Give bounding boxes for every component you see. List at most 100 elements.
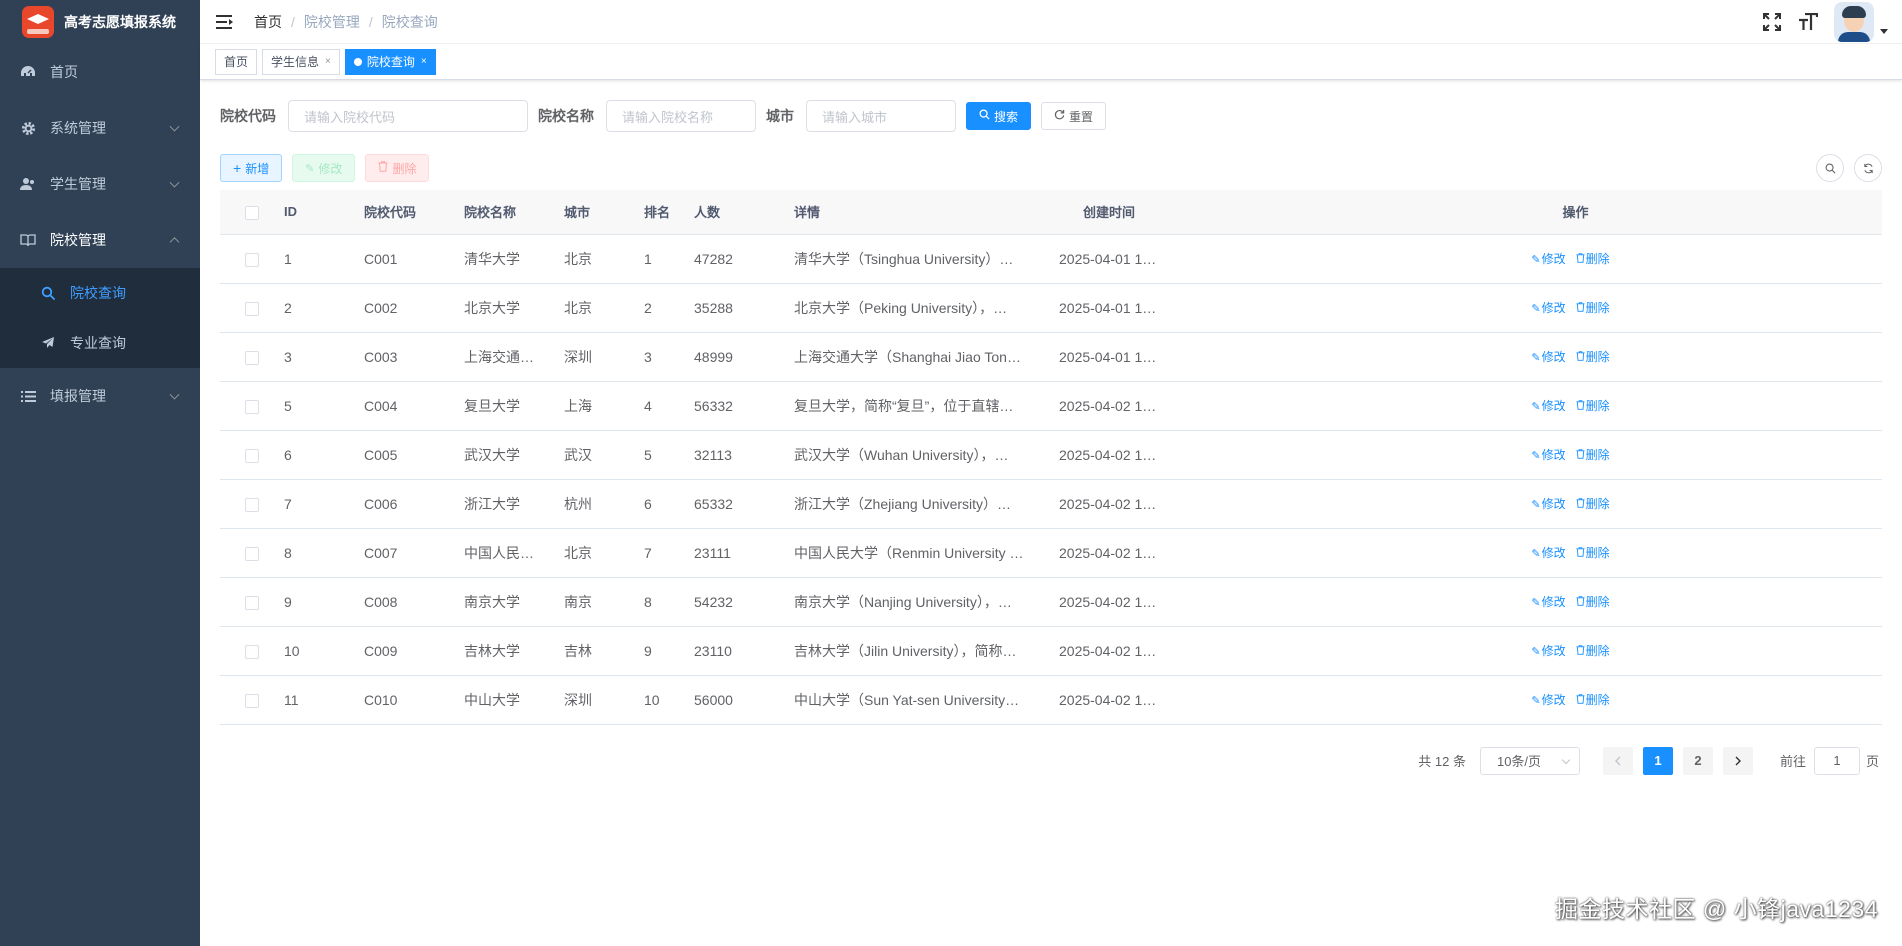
row-edit-link[interactable]: ✎修改 (1531, 693, 1565, 707)
fullscreen-icon[interactable] (1762, 12, 1782, 32)
row-edit-link[interactable]: ✎修改 (1531, 350, 1565, 364)
cell-code: C009 (364, 626, 464, 676)
row-checkbox[interactable] (245, 448, 259, 463)
hamburger-icon[interactable] (216, 12, 236, 32)
row-checkbox[interactable] (245, 693, 259, 708)
row-checkbox[interactable] (245, 595, 259, 610)
font-size-icon[interactable] (1798, 12, 1818, 32)
page-size-select[interactable]: 10条/页 (1479, 746, 1580, 775)
page-button[interactable]: 2 (1682, 746, 1713, 775)
row-edit-link[interactable]: ✎修改 (1531, 644, 1565, 658)
next-page-button[interactable] (1722, 746, 1753, 775)
row-delete-link[interactable]: 删除 (1576, 644, 1610, 658)
prev-page-button[interactable] (1602, 746, 1633, 775)
row-delete-label: 删除 (1585, 644, 1610, 658)
avatar[interactable] (1834, 2, 1874, 42)
table-row[interactable]: 8 C007 中国人民… 北京 7 23111 中国人民大学（Renmin Universi… (220, 528, 1882, 578)
table-row[interactable]: 2 C002 北京大学 北京 2 35288 北京大学（Peking University）… (220, 283, 1882, 333)
cell-name: 吉林大学 (464, 626, 564, 676)
cell-code: C007 (364, 528, 464, 578)
trash-icon (1576, 547, 1585, 560)
row-delete-link[interactable]: 删除 (1576, 350, 1610, 364)
tag-school-search[interactable]: 院校查询 × (344, 48, 436, 75)
table-row[interactable]: 10 C009 吉林大学 吉林 9 23110 吉林大学（Jilin University）… (220, 626, 1882, 676)
cell-city: 上海 (564, 381, 644, 431)
logo[interactable]: 高考志愿填报系统 (0, 0, 200, 44)
row-delete-link[interactable]: 删除 (1576, 497, 1610, 511)
table-row[interactable]: 7 C006 浙江大学 杭州 6 65332 浙江大学（Zhejiang Universit… (220, 479, 1882, 529)
jump-page-input[interactable]: 1 (1813, 746, 1860, 775)
row-select-cell (220, 283, 284, 333)
row-edit-link[interactable]: ✎修改 (1531, 301, 1565, 315)
trash-icon (1576, 449, 1585, 462)
cell-count: 47282 (694, 234, 794, 284)
send-icon (40, 335, 56, 351)
row-checkbox[interactable] (245, 399, 259, 414)
table-header-row: ID 院校代码 院校名称 城市 排名 人数 详情 创建时间 操作 (220, 190, 1882, 235)
sidebar-item-major-search[interactable]: 专业查询 (0, 318, 200, 368)
school-code-input[interactable]: 请输入院校代码 (288, 100, 528, 132)
row-delete-link[interactable]: 删除 (1576, 301, 1610, 315)
row-delete-label: 删除 (1585, 693, 1610, 707)
tag-label: 院校查询 (366, 54, 415, 69)
caret-down-icon[interactable] (1880, 28, 1888, 34)
row-edit-link[interactable]: ✎修改 (1531, 595, 1565, 609)
row-delete-link[interactable]: 删除 (1576, 399, 1610, 413)
cell-detail: 北京大学（Peking University），… (794, 283, 1059, 333)
sidebar-item-application[interactable]: 填报管理 (0, 368, 200, 424)
sidebar-item-system[interactable]: 系统管理 (0, 100, 200, 156)
refresh-icon[interactable] (1854, 154, 1882, 182)
edit-button[interactable]: ✎ 修改 (292, 154, 356, 182)
row-delete-link[interactable]: 删除 (1576, 693, 1610, 707)
trash-icon (378, 161, 388, 175)
city-input[interactable]: 请输入城市 (806, 100, 956, 132)
delete-button[interactable]: 删除 (365, 154, 430, 182)
add-button[interactable]: + 新增 (220, 154, 283, 182)
school-name-input[interactable]: 请输入院校名称 (606, 100, 756, 132)
edit-icon: ✎ (1531, 303, 1541, 315)
close-icon[interactable]: × (421, 50, 427, 74)
select-all-checkbox[interactable] (245, 205, 259, 220)
tag-home[interactable]: 首页 (215, 48, 258, 75)
row-delete-label: 删除 (1585, 497, 1610, 511)
row-delete-link[interactable]: 删除 (1576, 252, 1610, 266)
school-name-label: 院校名称 (538, 108, 594, 124)
close-icon[interactable]: × (325, 50, 331, 74)
page-button[interactable]: 1 (1642, 746, 1673, 775)
row-edit-link[interactable]: ✎修改 (1531, 448, 1565, 462)
row-delete-label: 删除 (1585, 301, 1610, 315)
row-delete-link[interactable]: 删除 (1576, 595, 1610, 609)
sidebar-item-school-search[interactable]: 院校查询 (0, 268, 200, 318)
table-row[interactable]: 11 C010 中山大学 深圳 10 56000 中山大学（Sun Yat-sen Univ… (220, 675, 1882, 725)
sidebar-item-home[interactable]: 首页 (0, 44, 200, 100)
row-edit-link[interactable]: ✎修改 (1531, 252, 1565, 266)
breadcrumb-separator: / (368, 13, 373, 30)
row-checkbox[interactable] (245, 644, 259, 659)
cell-id: 8 (284, 528, 364, 578)
breadcrumb-item[interactable]: 首页 (254, 12, 282, 32)
row-delete-link[interactable]: 删除 (1576, 448, 1610, 462)
sidebar-item-schools[interactable]: 院校管理 (0, 212, 200, 268)
toggle-search-icon[interactable] (1816, 154, 1844, 182)
row-delete-link[interactable]: 删除 (1576, 546, 1610, 560)
table-row[interactable]: 6 C005 武汉大学 武汉 5 32113 武汉大学（Wuhan University），… (220, 430, 1882, 480)
table-row[interactable]: 9 C008 南京大学 南京 8 54232 南京大学（Nanjing University… (220, 577, 1882, 627)
table-row[interactable]: 5 C004 复旦大学 上海 4 56332 复旦大学，简称“复旦”，位于直辖… 2025-0… (220, 381, 1882, 431)
cell-name: 中国人民… (464, 528, 564, 578)
table-row[interactable]: 3 C003 上海交通… 深圳 3 48999 上海交通大学（Shanghai Jiao T… (220, 332, 1882, 382)
row-edit-link[interactable]: ✎修改 (1531, 497, 1565, 511)
tag-student-info[interactable]: 学生信息 × (262, 48, 340, 75)
table-row[interactable]: 1 C001 清华大学 北京 1 47282 清华大学（Tsinghua Universit… (220, 234, 1882, 284)
row-checkbox[interactable] (245, 497, 259, 512)
row-edit-link[interactable]: ✎修改 (1531, 546, 1565, 560)
row-edit-link[interactable]: ✎修改 (1531, 399, 1565, 413)
reset-button[interactable]: 重置 (1041, 102, 1107, 130)
watermark: 掘金技术社区 @ 小锋java1234 (1555, 896, 1878, 922)
row-checkbox[interactable] (245, 252, 259, 267)
row-checkbox[interactable] (245, 350, 259, 365)
row-checkbox[interactable] (245, 301, 259, 316)
reset-button-label: 重置 (1069, 109, 1094, 124)
row-checkbox[interactable] (245, 546, 259, 561)
sidebar-item-students[interactable]: 学生管理 (0, 156, 200, 212)
search-button[interactable]: 搜索 (966, 102, 1032, 130)
